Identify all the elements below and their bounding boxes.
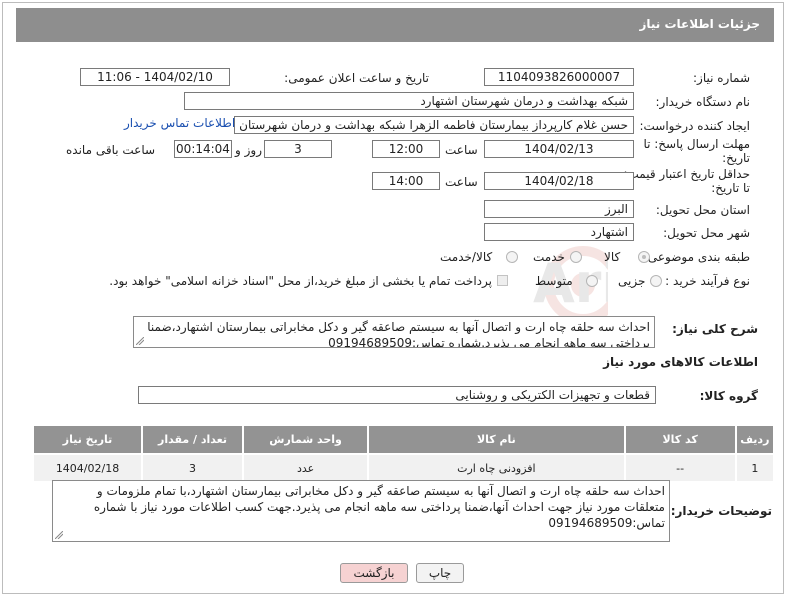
deadline-date-field: 1404/02/13 — [484, 140, 634, 158]
col-qty-header: تعداد / مقدار — [141, 424, 244, 455]
city-label: شهر محل تحویل: — [663, 226, 750, 240]
col-row-header: ردیف — [734, 424, 776, 455]
table-row: 1 -- افزودنی چاه ارت عدد 3 1404/02/18 — [31, 453, 776, 483]
process-minor-radio-icon[interactable] — [650, 275, 662, 287]
row-name: افزودنی چاه ارت — [367, 453, 626, 483]
process-type-label: نوع فرآیند خرید : — [665, 274, 750, 288]
days-label: روز و — [235, 143, 262, 157]
col-name-header: نام کالا — [367, 424, 626, 455]
page-header: جزئیات اطلاعات نیاز — [16, 8, 774, 42]
buyer-notes-label: توضیحات خریدار: — [670, 504, 772, 518]
city-field: اشتهارد — [484, 223, 634, 241]
buyer-notes-text: احداث سه حلقه چاه ارت و اتصال آنها به سی… — [93, 484, 665, 530]
row-code: -- — [623, 453, 737, 483]
buyer-notes-textarea: احداث سه حلقه چاه ارت و اتصال آنها به سی… — [52, 480, 670, 542]
announce-label: تاریخ و ساعت اعلان عمومی: — [284, 71, 429, 85]
price-validity-label-line1: حداقل تاریخ اعتبار قیمت: — [623, 167, 750, 181]
price-validity-label-line2: تا تاریخ: — [711, 181, 750, 195]
price-validity-time-label: ساعت — [445, 175, 478, 189]
need-number-label: شماره نیاز: — [693, 71, 750, 85]
resize-grip-icon[interactable] — [136, 337, 144, 345]
buyer-contact-link[interactable]: اطلاعات تماس خریدار — [124, 116, 235, 130]
back-button[interactable]: بازگشت — [340, 563, 408, 583]
category-goods-label: کالا — [604, 250, 621, 264]
items-table-header: ردیف کد کالا نام کالا واحد شمارش تعداد /… — [31, 424, 776, 455]
province-label: استان محل تحویل: — [655, 203, 750, 217]
buyer-org-field: شبکه بهداشت و درمان شهرستان اشتهارد — [184, 92, 634, 110]
price-validity-date-field: 1404/02/18 — [484, 172, 634, 190]
creator-label: ایجاد کننده درخواست: — [639, 119, 750, 133]
col-date-header: تاریخ نیاز — [31, 424, 144, 455]
deadline-label-line1: مهلت ارسال پاسخ: تا — [643, 137, 750, 151]
goods-group-label: گروه کالا: — [699, 389, 758, 403]
province-field: البرز — [484, 200, 634, 218]
creator-field: حسن غلام کارپرداز بیمارستان فاطمه الزهرا… — [234, 116, 634, 134]
row-date: 1404/02/18 — [31, 453, 144, 483]
price-validity-time-field: 14:00 — [372, 172, 440, 190]
page-title: جزئیات اطلاعات نیاز — [639, 17, 760, 31]
deadline-label-line2: تاریخ: — [722, 151, 750, 165]
process-medium-label: متوسط — [535, 274, 573, 288]
description-text: احداث سه حلقه چاه ارت و اتصال آنها به سی… — [147, 320, 650, 348]
deadline-time-label: ساعت — [445, 143, 478, 157]
goods-info-title: اطلاعات کالاهای مورد نیاز — [603, 355, 758, 369]
row-unit: عدد — [241, 453, 370, 483]
deadline-time-field: 12:00 — [372, 140, 440, 158]
buyer-org-label: نام دستگاه خریدار: — [655, 95, 751, 109]
resize-grip-icon[interactable] — [55, 531, 63, 539]
col-unit-header: واحد شمارش — [241, 424, 370, 455]
row-number: 1 — [734, 453, 776, 483]
need-number-field: 1104093826000007 — [484, 68, 634, 86]
process-minor-label: جزیی — [618, 274, 646, 288]
category-goods-service-label: کالا/خدمت — [440, 250, 493, 264]
row-qty: 3 — [141, 453, 244, 483]
remaining-time-field: 00:14:04 — [174, 140, 232, 158]
announce-datetime-field: 1404/02/10 - 11:06 — [80, 68, 230, 86]
treasury-payment-checkbox-icon[interactable] — [497, 275, 508, 286]
description-label: شرح کلی نیاز: — [672, 322, 758, 336]
treasury-payment-note: پرداخت تمام یا بخشی از مبلغ خرید،از محل … — [109, 274, 492, 288]
days-remaining-field: 3 — [264, 140, 332, 158]
description-textarea: احداث سه حلقه چاه ارت و اتصال آنها به سی… — [133, 316, 655, 348]
process-medium-radio-icon[interactable] — [586, 275, 598, 287]
category-service-label: خدمت — [533, 250, 565, 264]
print-button[interactable]: چاپ — [416, 563, 464, 583]
category-label: طبقه بندی موضوعی: — [643, 250, 750, 264]
items-table: ردیف کد کالا نام کالا واحد شمارش تعداد /… — [31, 424, 776, 483]
col-code-header: کد کالا — [623, 424, 737, 455]
category-service-radio-icon[interactable] — [570, 251, 582, 263]
category-goods-radio-icon[interactable] — [638, 251, 650, 263]
category-goods-service-radio-icon[interactable] — [506, 251, 518, 263]
remaining-time-label: ساعت باقی مانده — [66, 143, 156, 157]
goods-group-field: قطعات و تجهیزات الکتریکی و روشنایی — [138, 386, 656, 404]
